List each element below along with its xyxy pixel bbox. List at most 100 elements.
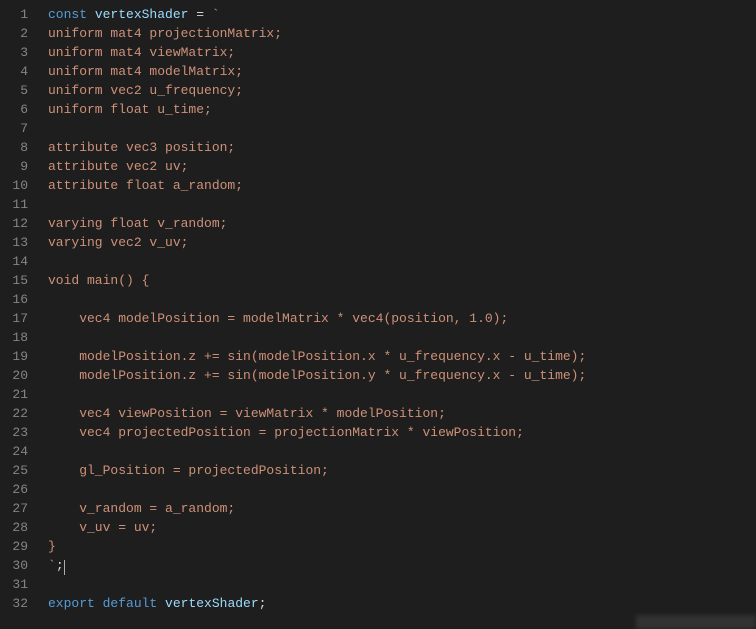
line-number-gutter: 1234567891011121314151617181920212223242…: [0, 0, 38, 629]
line-number: 16: [0, 290, 28, 309]
token: modelPosition.z += sin(modelPosition.y *…: [48, 368, 586, 383]
line-number: 1: [0, 5, 28, 24]
code-line[interactable]: [48, 195, 756, 214]
token: default: [103, 596, 158, 611]
token: modelPosition.z += sin(modelPosition.x *…: [48, 349, 586, 364]
token: vec4 projectedPosition = projectionMatri…: [48, 425, 524, 440]
token: uniform mat4 viewMatrix;: [48, 45, 235, 60]
line-number: 22: [0, 404, 28, 423]
line-number: 11: [0, 195, 28, 214]
token: }: [48, 539, 56, 554]
line-number: 31: [0, 575, 28, 594]
line-number: 27: [0, 499, 28, 518]
line-number: 18: [0, 328, 28, 347]
token: attribute float a_random;: [48, 178, 243, 193]
token: [95, 596, 103, 611]
line-number: 26: [0, 480, 28, 499]
code-line[interactable]: vec4 projectedPosition = projectionMatri…: [48, 423, 756, 442]
token: uniform mat4 modelMatrix;: [48, 64, 243, 79]
token: `: [48, 558, 56, 573]
line-number: 3: [0, 43, 28, 62]
code-line[interactable]: [48, 442, 756, 461]
code-line[interactable]: attribute vec2 uv;: [48, 157, 756, 176]
token: varying float v_random;: [48, 216, 227, 231]
line-number: 20: [0, 366, 28, 385]
token: varying vec2 v_uv;: [48, 235, 188, 250]
token: =: [196, 7, 204, 22]
line-number: 30: [0, 556, 28, 575]
code-line[interactable]: `;: [48, 556, 756, 575]
code-line[interactable]: [48, 480, 756, 499]
token: vertexShader: [165, 596, 259, 611]
code-line[interactable]: const vertexShader = `: [48, 5, 756, 24]
code-line[interactable]: varying vec2 v_uv;: [48, 233, 756, 252]
line-number: 21: [0, 385, 28, 404]
token: [87, 7, 95, 22]
token: gl_Position = projectedPosition;: [48, 463, 329, 478]
code-line[interactable]: attribute float a_random;: [48, 176, 756, 195]
code-line[interactable]: [48, 119, 756, 138]
token: uniform mat4 projectionMatrix;: [48, 26, 282, 41]
watermark-smudge: [636, 615, 756, 629]
code-line[interactable]: gl_Position = projectedPosition;: [48, 461, 756, 480]
line-number: 28: [0, 518, 28, 537]
token: const: [48, 7, 87, 22]
code-line[interactable]: vec4 viewPosition = viewMatrix * modelPo…: [48, 404, 756, 423]
code-line[interactable]: [48, 290, 756, 309]
code-line[interactable]: modelPosition.z += sin(modelPosition.y *…: [48, 366, 756, 385]
line-number: 8: [0, 138, 28, 157]
token: ;: [56, 558, 64, 573]
line-number: 32: [0, 594, 28, 613]
code-line[interactable]: uniform mat4 projectionMatrix;: [48, 24, 756, 43]
token: [204, 7, 212, 22]
code-line[interactable]: [48, 328, 756, 347]
line-number: 5: [0, 81, 28, 100]
line-number: 9: [0, 157, 28, 176]
code-line[interactable]: [48, 252, 756, 271]
line-number: 12: [0, 214, 28, 233]
code-line[interactable]: v_uv = uv;: [48, 518, 756, 537]
code-line[interactable]: varying float v_random;: [48, 214, 756, 233]
code-line[interactable]: [48, 385, 756, 404]
code-content[interactable]: const vertexShader = ` uniform mat4 proje…: [38, 0, 756, 629]
code-line[interactable]: uniform mat4 modelMatrix;: [48, 62, 756, 81]
token: void main() {: [48, 273, 149, 288]
token: [157, 596, 165, 611]
code-line[interactable]: attribute vec3 position;: [48, 138, 756, 157]
line-number: 13: [0, 233, 28, 252]
line-number: 7: [0, 119, 28, 138]
line-number: 15: [0, 271, 28, 290]
line-number: 24: [0, 442, 28, 461]
code-line[interactable]: export default vertexShader;: [48, 594, 756, 613]
token: ;: [259, 596, 267, 611]
token: `: [212, 7, 220, 22]
code-line[interactable]: uniform vec2 u_frequency;: [48, 81, 756, 100]
code-line[interactable]: vec4 modelPosition = modelMatrix * vec4(…: [48, 309, 756, 328]
line-number: 2: [0, 24, 28, 43]
code-editor[interactable]: 1234567891011121314151617181920212223242…: [0, 0, 756, 629]
token: export: [48, 596, 95, 611]
token: attribute vec2 uv;: [48, 159, 188, 174]
line-number: 14: [0, 252, 28, 271]
code-line[interactable]: uniform float u_time;: [48, 100, 756, 119]
token: v_uv = uv;: [48, 520, 157, 535]
code-line[interactable]: uniform mat4 viewMatrix;: [48, 43, 756, 62]
line-number: 23: [0, 423, 28, 442]
token: vec4 modelPosition = modelMatrix * vec4(…: [48, 311, 508, 326]
line-number: 4: [0, 62, 28, 81]
code-line[interactable]: v_random = a_random;: [48, 499, 756, 518]
token: uniform float u_time;: [48, 102, 212, 117]
line-number: 6: [0, 100, 28, 119]
code-line[interactable]: modelPosition.z += sin(modelPosition.x *…: [48, 347, 756, 366]
text-cursor: [64, 560, 65, 575]
line-number: 25: [0, 461, 28, 480]
token: uniform vec2 u_frequency;: [48, 83, 243, 98]
token: vertexShader: [95, 7, 189, 22]
line-number: 19: [0, 347, 28, 366]
code-line[interactable]: void main() {: [48, 271, 756, 290]
code-line[interactable]: [48, 575, 756, 594]
token: attribute vec3 position;: [48, 140, 235, 155]
code-line[interactable]: }: [48, 537, 756, 556]
line-number: 17: [0, 309, 28, 328]
line-number: 10: [0, 176, 28, 195]
